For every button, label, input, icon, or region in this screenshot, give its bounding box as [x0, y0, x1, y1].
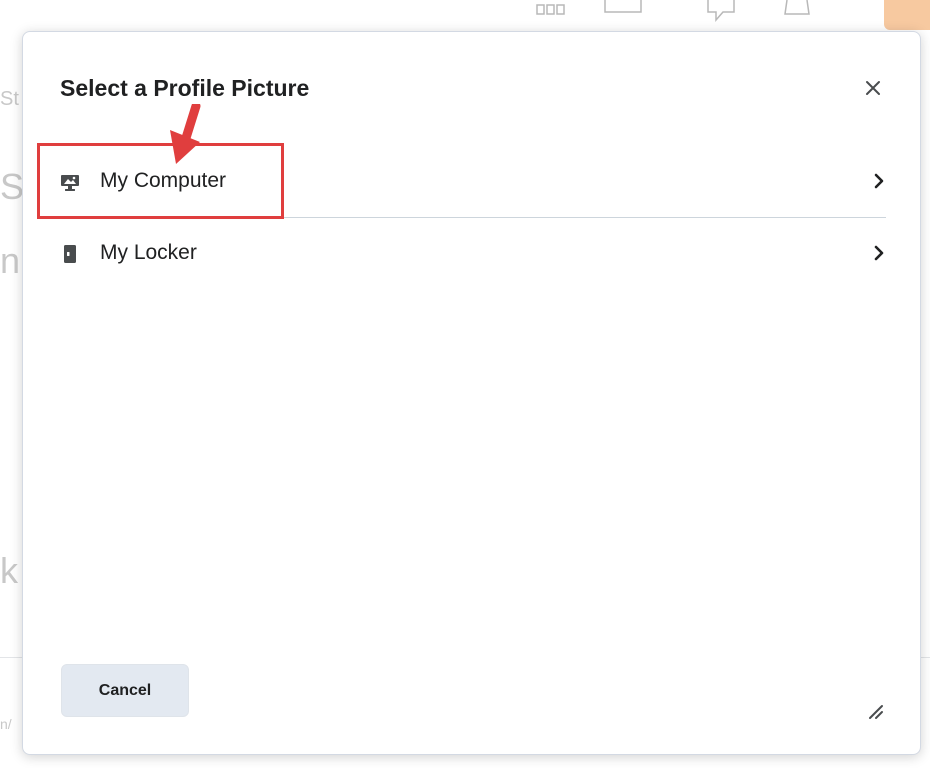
computer-icon [61, 175, 79, 191]
background-text: n [0, 240, 21, 281]
annotation-arrow-icon [170, 104, 201, 164]
background-text: n/ [0, 716, 12, 732]
option-label: My Locker [100, 241, 197, 264]
grid-icon [536, 4, 565, 15]
background-text: k [0, 550, 18, 591]
option-divider [60, 217, 886, 218]
chat-icon [707, 0, 735, 22]
locker-icon [64, 245, 76, 263]
background-topbar [0, 0, 930, 30]
dialog-title: Select a Profile Picture [60, 75, 310, 101]
resize-handle-icon[interactable] [866, 702, 884, 720]
close-icon [866, 81, 880, 95]
cancel-button[interactable]: Cancel [61, 664, 189, 717]
avatar [884, 0, 930, 30]
bell-icon [784, 0, 810, 15]
close-button[interactable] [859, 74, 887, 102]
chevron-right-icon [874, 245, 884, 261]
chevron-right-icon [874, 173, 884, 189]
background-text: S [0, 166, 24, 207]
background-text: St [0, 88, 19, 110]
option-label: My Computer [100, 169, 227, 192]
message-icon [604, 0, 642, 13]
option-my-locker[interactable]: My Locker [60, 225, 886, 285]
profile-picture-dialog: Select a Profile Picture My Computer My … [22, 31, 921, 755]
